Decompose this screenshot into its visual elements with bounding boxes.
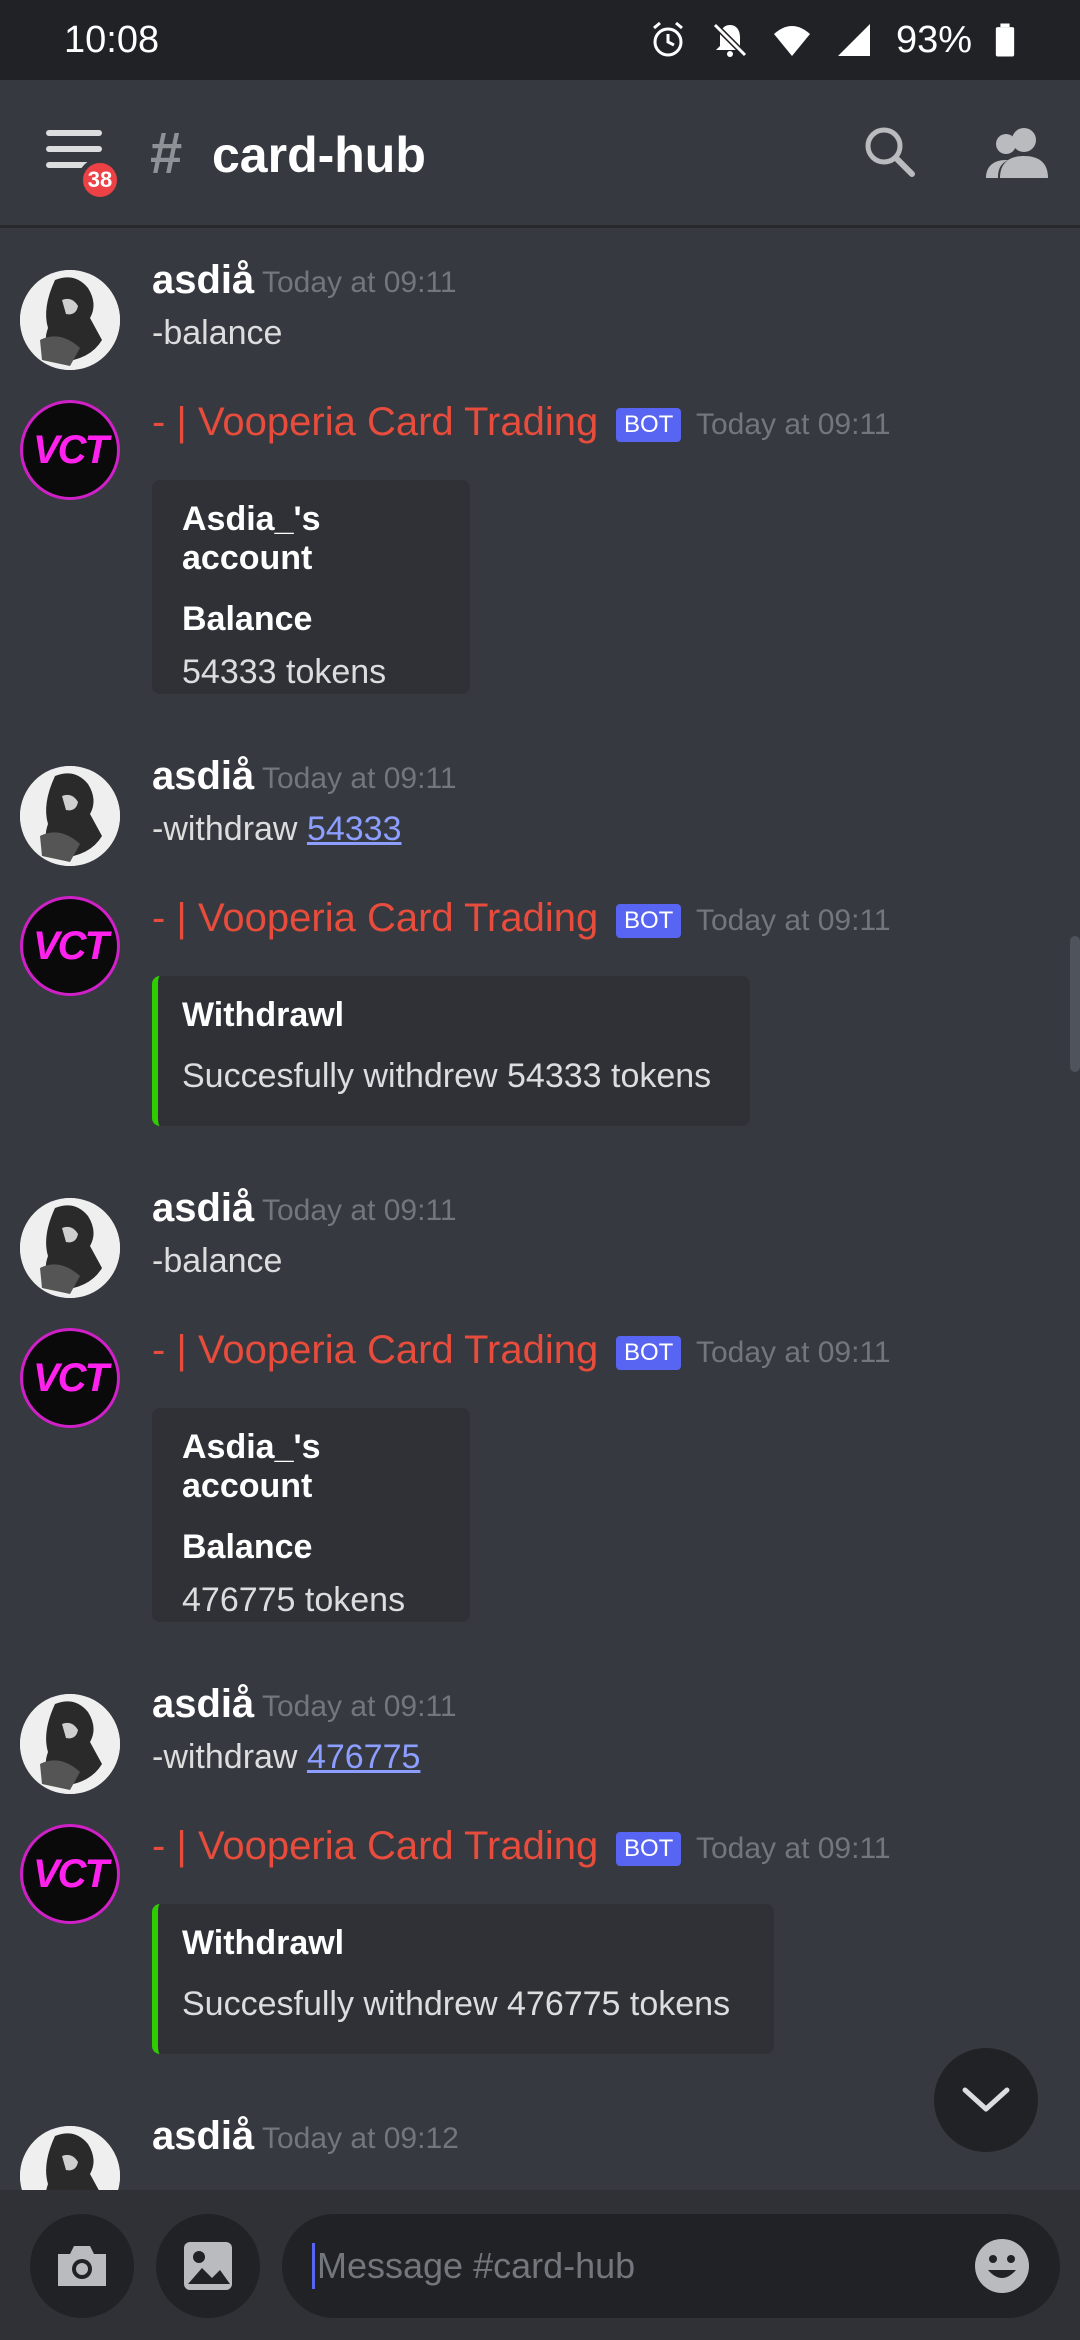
user-avatar[interactable]	[20, 2126, 120, 2190]
bot-tag: BOT	[616, 1832, 682, 1866]
bot-avatar[interactable]: VCT	[20, 1824, 120, 1924]
embed-field-name: Balance	[182, 600, 313, 638]
message-text: -balance	[152, 1242, 283, 1280]
embed: Withdrawl Succesfully withdrew 476775 to…	[152, 1904, 774, 2054]
message-time: Today at 09:11	[262, 1690, 457, 1723]
user-avatar[interactable]	[20, 1694, 120, 1794]
bot-avatar-text: VCT	[33, 923, 109, 968]
message-text: -withdraw 476775	[152, 1738, 420, 1777]
channel-title[interactable]: card-hub	[212, 126, 426, 184]
embed-title: Withdrawl	[182, 1924, 345, 1962]
bot-avatar-text: VCT	[33, 1355, 109, 1400]
user-avatar[interactable]	[20, 1198, 120, 1298]
author-name[interactable]: asdiå	[152, 754, 254, 799]
author-name[interactable]: asdiå	[152, 1682, 254, 1727]
camera-icon	[58, 2246, 106, 2286]
alarm-icon	[652, 21, 683, 57]
mute-icon	[712, 22, 748, 58]
members-icon[interactable]	[986, 124, 1048, 180]
camera-button[interactable]	[30, 2214, 134, 2318]
battery-icon	[995, 23, 1015, 57]
embed-description: Succesfully withdrew 476775 tokens	[182, 1985, 731, 2023]
message-time: Today at 09:11	[696, 1832, 891, 1865]
message-time: Today at 09:12	[262, 2122, 459, 2155]
status-time: 10:08	[64, 18, 160, 61]
number-link[interactable]: 476775	[307, 1738, 420, 1776]
channel-header: 38 # card-hub	[0, 80, 1080, 228]
user-avatar[interactable]	[20, 766, 120, 866]
number-link[interactable]: 54333	[307, 810, 402, 848]
gallery-button[interactable]	[156, 2214, 260, 2318]
message-text: -balance	[152, 314, 283, 352]
status-bar: 10:08 93%	[0, 0, 1080, 80]
embed-field-value: 54333 tokens	[182, 653, 387, 691]
command-text: -withdraw	[152, 1738, 307, 1776]
message-text: -withdraw 54333	[152, 810, 401, 849]
bot-avatar[interactable]: VCT	[20, 896, 120, 996]
emoji-icon[interactable]	[972, 2236, 1032, 2296]
author-name[interactable]: - | Vooperia Card Trading	[152, 1328, 598, 1373]
embed-title: Withdrawl	[182, 996, 345, 1034]
bot-avatar-text: VCT	[33, 427, 109, 472]
message-time: Today at 09:11	[262, 266, 457, 299]
message-time: Today at 09:11	[696, 904, 891, 937]
bot-avatar[interactable]: VCT	[20, 1328, 120, 1428]
image-icon	[184, 2242, 232, 2290]
message-composer: Message #card-hub	[0, 2190, 1080, 2340]
author-name[interactable]: - | Vooperia Card Trading	[152, 1824, 598, 1869]
message-time: Today at 09:11	[262, 1194, 457, 1227]
command-text: -withdraw	[152, 810, 307, 848]
author-name[interactable]: asdiå	[152, 258, 254, 303]
bot-tag: BOT	[616, 408, 682, 442]
search-icon[interactable]	[862, 124, 918, 180]
embed-title: Asdia_'s account	[182, 500, 321, 577]
menu-line	[46, 130, 102, 136]
message-input-placeholder: Message #card-hub	[317, 2245, 636, 2286]
embed: Asdia_'s account Balance 476775 tokens	[152, 1408, 470, 1622]
message-list[interactable]: asdiå Today at 09:11 -balance VCT - | Vo…	[0, 228, 1080, 2190]
battery-level: 93%	[895, 18, 972, 61]
status-icons: 93%	[648, 19, 1016, 62]
bot-avatar-text: VCT	[33, 1851, 109, 1896]
signal-icon	[837, 24, 870, 56]
bot-avatar[interactable]: VCT	[20, 400, 120, 500]
mention-badge: 38	[78, 158, 122, 202]
embed-description: Succesfully withdrew 54333 tokens	[182, 1057, 712, 1095]
embed-field-name: Balance	[182, 1528, 313, 1566]
bot-tag: BOT	[616, 904, 682, 938]
author-name[interactable]: asdiå	[152, 1186, 254, 1231]
user-avatar[interactable]	[20, 270, 120, 370]
text-caret	[312, 2243, 315, 2289]
channel-hash-icon: #	[150, 121, 183, 186]
message-time: Today at 09:11	[696, 408, 891, 441]
author-name[interactable]: asdiå	[152, 2114, 254, 2159]
scrollbar-thumb[interactable]	[1070, 936, 1080, 1072]
bot-tag: BOT	[616, 1336, 682, 1370]
embed-title: Asdia_'s account	[182, 1428, 321, 1505]
message-time: Today at 09:11	[262, 762, 457, 795]
wifi-icon	[773, 26, 810, 56]
embed-field-value: 476775 tokens	[182, 1581, 406, 1619]
embed: Withdrawl Succesfully withdrew 54333 tok…	[152, 976, 750, 1126]
message-time: Today at 09:11	[696, 1336, 891, 1369]
author-name[interactable]: - | Vooperia Card Trading	[152, 896, 598, 941]
jump-to-latest-button[interactable]	[934, 2048, 1038, 2152]
author-name[interactable]: - | Vooperia Card Trading	[152, 400, 598, 445]
embed: Asdia_'s account Balance 54333 tokens	[152, 480, 470, 694]
message-input[interactable]: Message #card-hub	[282, 2214, 1060, 2318]
menu-line	[46, 146, 102, 152]
chevron-down-icon	[962, 2087, 1010, 2112]
